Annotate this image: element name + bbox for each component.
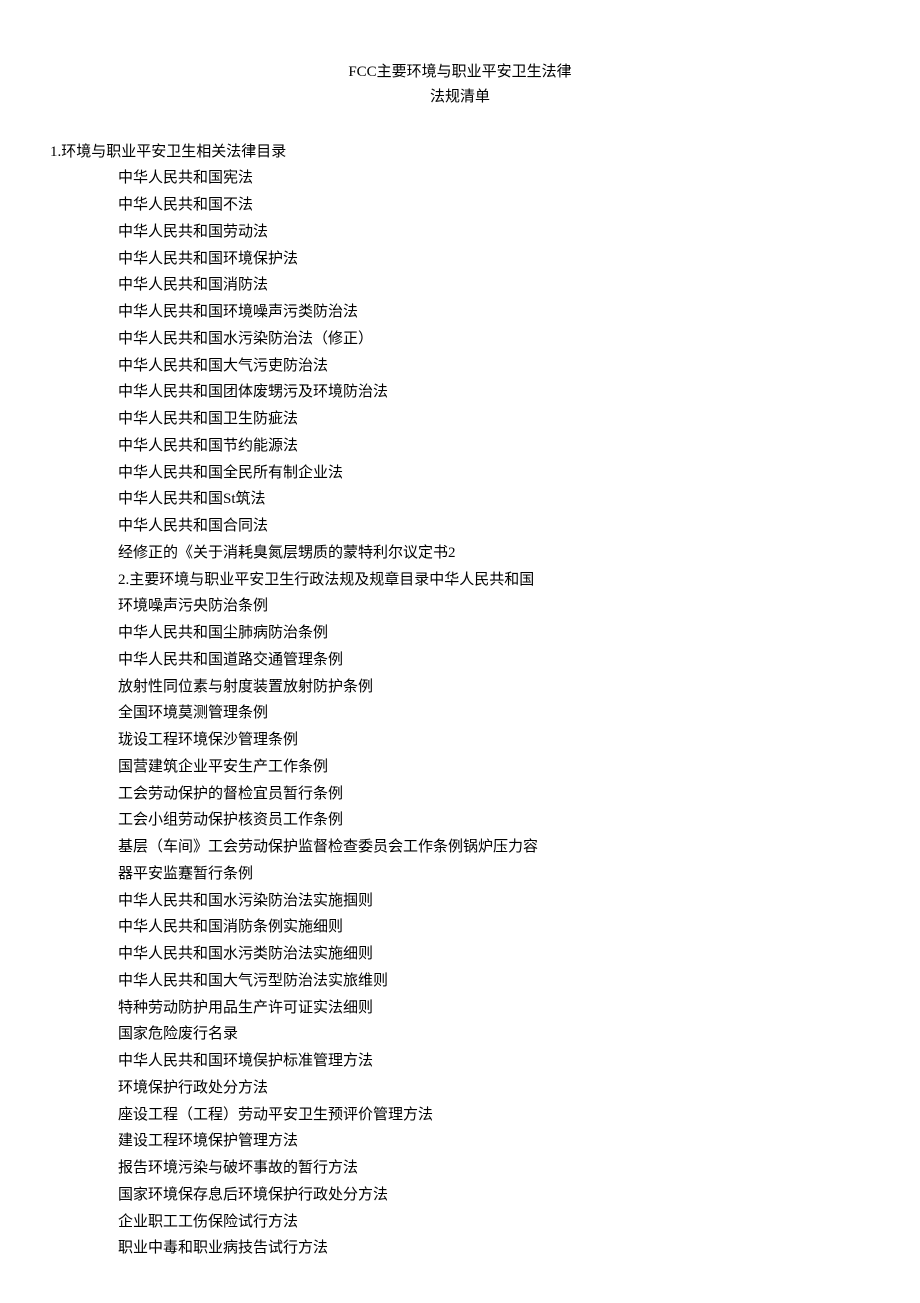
list-item: 中华人民共和国消防法 — [118, 273, 870, 298]
list-item: 2.主要环境与职业平安卫生行政法规及规章目录中华人民共和国 — [118, 568, 870, 593]
list-item: 基层（车间》工会劳动保护监督检查委员会工作条例锅炉压力容 — [118, 835, 870, 860]
list-item: 中华人民共和国环境保护法 — [118, 247, 870, 272]
list-item: 国家危险废行名录 — [118, 1022, 870, 1047]
list-item: 建设工程环境保护管理方法 — [118, 1129, 870, 1154]
list-item: 工会劳动保护的督检宜员暂行条例 — [118, 782, 870, 807]
list-item: 中华人民共和国卫生防疵法 — [118, 407, 870, 432]
document-title-block: FCC主要环境与职业平安卫生法律 法规清单 — [50, 60, 870, 110]
law-list: 中华人民共和国宪法 中华人民共和国不法 中华人民共和国劳动法 中华人民共和国环境… — [118, 166, 870, 1261]
title-line-2: 法规清单 — [50, 85, 870, 110]
list-item: 中华人民共和国尘肺病防治条例 — [118, 621, 870, 646]
list-item: 经修正的《关于消耗臭氮层甥质的蒙特利尔议定书2 — [118, 541, 870, 566]
document-page: FCC主要环境与职业平安卫生法律 法规清单 1.环境与职业平安卫生相关法律目录 … — [0, 0, 920, 1303]
list-item: 中华人民共和国环境噪声污类防治法 — [118, 300, 870, 325]
list-item: 中华人民共和国宪法 — [118, 166, 870, 191]
list-item: 环境噪声污央防治条例 — [118, 594, 870, 619]
list-item: 工会小组劳动保护核资员工作条例 — [118, 808, 870, 833]
list-item: 珑设工程环境保沙管理条例 — [118, 728, 870, 753]
list-item: 中华人民共和国消防条例实施细则 — [118, 915, 870, 940]
list-item: 座设工程（工程）劳动平安卫生预评价管理方法 — [118, 1103, 870, 1128]
list-item: 中华人民共和国不法 — [118, 193, 870, 218]
list-item: 中华人民共和国环境俣护标准管理方法 — [118, 1049, 870, 1074]
list-item: 中华人民共和国道路交通管理条例 — [118, 648, 870, 673]
title-line-1: FCC主要环境与职业平安卫生法律 — [50, 60, 870, 85]
list-item: 中华人民共和国节约能源法 — [118, 434, 870, 459]
section-1-heading: 1.环境与职业平安卫生相关法律目录 — [50, 140, 870, 165]
list-item: 器平安监蹇暂行条例 — [118, 862, 870, 887]
list-item: 中华人民共和国水污染防治法实施掴则 — [118, 889, 870, 914]
list-item: 中华人民共和国大气污型防治法实旅维则 — [118, 969, 870, 994]
list-item: 企业职工工伤保险试行方法 — [118, 1210, 870, 1235]
list-item: 中华人民共和国水污染防治法（修正） — [118, 327, 870, 352]
list-item: 放射性同位素与射度装置放射防护条例 — [118, 675, 870, 700]
list-item: 职业中毒和职业病技告试行方法 — [118, 1236, 870, 1261]
list-item: 特种劳动防护用品生产许可证实法细则 — [118, 996, 870, 1021]
list-item: 国营建筑企业平安生产工作条例 — [118, 755, 870, 780]
list-item: 中华人民共和国劳动法 — [118, 220, 870, 245]
list-item: 全国环境莫测管理条例 — [118, 701, 870, 726]
list-item: 中华人民共和国合同法 — [118, 514, 870, 539]
list-item: 中华人民共和国大气污吏防治法 — [118, 354, 870, 379]
list-item: 环境保护行政处分方法 — [118, 1076, 870, 1101]
list-item: 中华人民共和国水污类防治法实施细则 — [118, 942, 870, 967]
list-item: 中华人民共和国St筑法 — [118, 487, 870, 512]
list-item: 报告环境污染与破坏事故的暂行方法 — [118, 1156, 870, 1181]
list-item: 中华人民共和国全民所有制企业法 — [118, 461, 870, 486]
list-item: 中华人民共和国团体废甥污及环境防治法 — [118, 380, 870, 405]
list-item: 国家环境保存息后环境保护行政处分方法 — [118, 1183, 870, 1208]
